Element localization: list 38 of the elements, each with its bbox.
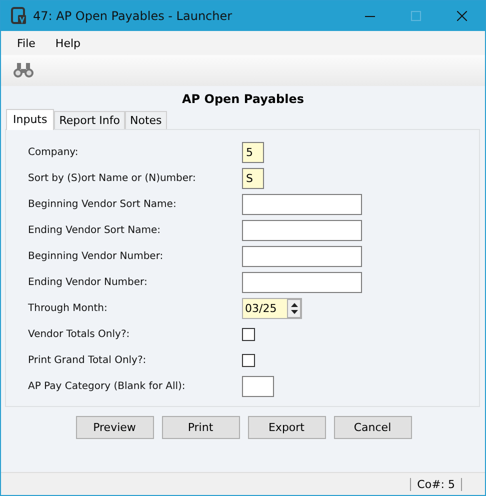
app-icon — [11, 7, 27, 25]
field-label: Beginning Vendor Number: — [28, 250, 164, 262]
month-field[interactable]: 03/25 — [243, 302, 287, 314]
binoculars-icon[interactable] — [13, 63, 34, 78]
company-number: Co#: 5 — [410, 478, 462, 490]
month-spinner[interactable]: 03/25 — [242, 298, 302, 318]
window-title: 47: AP Open Payables - Launcher — [33, 9, 234, 23]
action-button[interactable]: Preview — [76, 416, 154, 439]
menu-item[interactable]: Help — [47, 34, 88, 52]
checkbox[interactable] — [242, 328, 255, 340]
maximize-icon — [411, 11, 421, 21]
report-heading: AP Open Payables — [180, 91, 305, 108]
field-label: Through Month: — [28, 302, 108, 314]
action-button[interactable]: Cancel — [334, 416, 412, 439]
field-label: Beginning Vendor Sort Name: — [28, 198, 178, 210]
spinner-arrows-icon — [290, 302, 298, 314]
menu-item[interactable]: File — [9, 34, 44, 52]
input-field[interactable] — [242, 220, 362, 240]
field-label: Company: — [28, 146, 80, 158]
close-icon — [457, 11, 467, 21]
tab[interactable]: Report Info — [54, 111, 125, 129]
input-field[interactable] — [242, 246, 362, 266]
input-field[interactable] — [242, 272, 362, 292]
field-label: Ending Vendor Number: — [28, 276, 148, 288]
field-label: Vendor Totals Only?: — [28, 328, 131, 340]
field-label: Print Grand Total Only?: — [28, 354, 148, 366]
tab[interactable]: Notes — [125, 111, 167, 129]
input-field[interactable]: S — [242, 168, 264, 188]
checkbox[interactable] — [242, 354, 255, 366]
field-label: Ending Vendor Sort Name: — [28, 224, 162, 236]
field-label: AP Pay Category (Blank for All): — [28, 380, 186, 392]
input-field[interactable] — [242, 376, 274, 396]
action-button[interactable]: Print — [162, 416, 240, 439]
input-field[interactable]: 5 — [242, 142, 264, 162]
field-label: Sort by (S)ort Name or (N)umber: — [28, 172, 197, 184]
tab[interactable]: Inputs — [6, 109, 54, 130]
input-field[interactable] — [242, 194, 362, 214]
action-button[interactable]: Export — [248, 416, 326, 439]
